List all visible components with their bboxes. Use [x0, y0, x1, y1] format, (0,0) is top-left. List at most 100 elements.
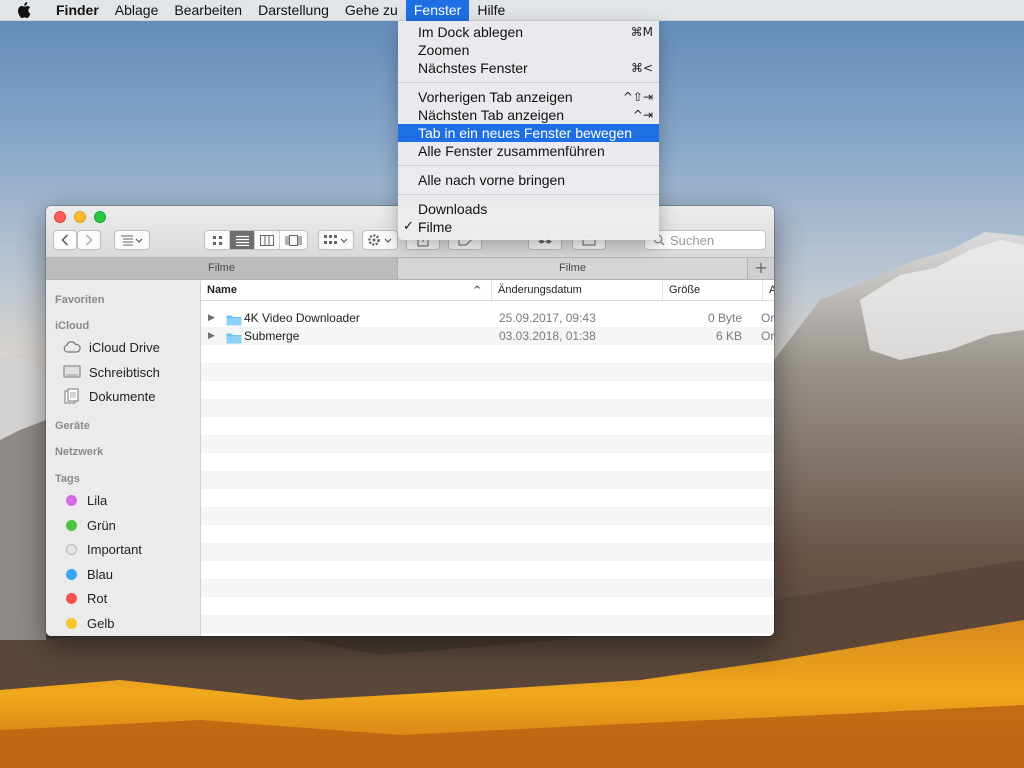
row-stripe — [201, 525, 774, 543]
tab-filme[interactable]: Filme — [398, 258, 748, 279]
menu-ablage[interactable]: Ablage — [107, 0, 167, 21]
menu-bar: Finder Ablage Bearbeiten Darstellung Geh… — [0, 0, 1024, 21]
list-view-icon — [235, 235, 249, 246]
sidebar-header-devices[interactable]: Geräte — [55, 420, 90, 432]
forward-button[interactable] — [77, 230, 101, 250]
menu-item-shortcut: ⌘M — [630, 25, 653, 39]
file-row[interactable]: ▶ 4K Video Downloader 25.09.2017, 09:43 … — [201, 309, 774, 327]
list-view-button[interactable] — [230, 231, 255, 249]
menu-item-merge-all-windows[interactable]: Alle Fenster zusammenführen — [398, 142, 659, 160]
fullscreen-window-button[interactable] — [94, 211, 106, 223]
sidebar-header-favorites[interactable]: Favoriten — [55, 294, 105, 306]
file-kind: Or — [761, 329, 774, 343]
sidebar: Favoriten iCloud iCloud Drive Schreibtis… — [46, 280, 201, 636]
icon-view-icon — [212, 235, 222, 245]
menu-gehe-zu[interactable]: Gehe zu — [337, 0, 406, 21]
sidebar-tag-rot[interactable]: Rot — [63, 588, 107, 608]
menu-item-window-filme[interactable]: ✓ Filme — [398, 218, 659, 236]
file-list: Name ^ Änderungsdatum Größe Ar ▶ 4K Vide… — [201, 280, 774, 636]
menu-item-move-tab-to-new-window[interactable]: Tab in ein neues Fenster bewegen — [398, 124, 659, 142]
column-header-name[interactable]: Name ^ — [201, 280, 491, 300]
column-header-size[interactable]: Größe — [662, 280, 762, 300]
column-view-icon — [260, 234, 274, 246]
menu-item-previous-tab[interactable]: Vorherigen Tab anzeigen ^⇧⇥ — [398, 88, 659, 106]
icon-view-button[interactable] — [205, 231, 230, 249]
menu-darstellung[interactable]: Darstellung — [250, 0, 337, 21]
gallery-view-icon — [285, 234, 302, 246]
sidebar-item-label: iCloud Drive — [89, 339, 160, 355]
sidebar-item-schreibtisch[interactable]: Schreibtisch — [63, 362, 160, 382]
chevron-right-icon — [85, 234, 93, 246]
row-stripe — [201, 417, 774, 435]
menu-item-label: Tab in ein neues Fenster bewegen — [418, 125, 633, 141]
folder-icon — [226, 331, 242, 349]
column-header-modified[interactable]: Änderungsdatum — [491, 280, 662, 300]
minimize-window-button[interactable] — [74, 211, 86, 223]
sidebar-item-label: Dokumente — [89, 388, 156, 404]
tab-filme-active[interactable]: Filme — [46, 258, 398, 279]
file-modified: 25.09.2017, 09:43 — [499, 311, 596, 325]
menu-item-shortcut: ⌘< — [630, 61, 653, 75]
sidebar-tag-gruen[interactable]: Grün — [63, 515, 116, 535]
file-kind: Or — [761, 311, 774, 325]
tag-color-dot — [66, 519, 77, 531]
menu-finder[interactable]: Finder — [48, 0, 107, 21]
action-button[interactable] — [362, 230, 398, 250]
file-modified: 03.03.2018, 01:38 — [499, 329, 596, 343]
new-tab-button[interactable]: + — [748, 258, 774, 279]
row-stripe — [201, 507, 774, 525]
menu-item-next-tab[interactable]: Nächsten Tab anzeigen ^⇥ — [398, 106, 659, 124]
menu-hilfe[interactable]: Hilfe — [469, 0, 513, 21]
sidebar-tag-lila[interactable]: Lila — [63, 490, 107, 510]
tag-color-dot — [66, 568, 77, 580]
sidebar-tag-important[interactable]: Important — [63, 539, 142, 559]
column-view-button[interactable] — [255, 231, 280, 249]
apple-icon[interactable] — [0, 0, 48, 21]
search-placeholder: Suchen — [670, 232, 715, 248]
sidebar-tag-gelb[interactable]: Gelb — [63, 613, 114, 633]
row-stripe — [201, 381, 774, 399]
file-name: Submerge — [244, 329, 300, 343]
row-stripe — [201, 399, 774, 417]
close-window-button[interactable] — [54, 211, 66, 223]
file-size: 6 KB — [715, 329, 742, 343]
menu-item-label: Im Dock ablegen — [418, 24, 524, 40]
gallery-view-button[interactable] — [280, 231, 307, 249]
row-stripe — [201, 345, 774, 363]
disclosure-triangle-icon[interactable]: ▶ — [208, 309, 215, 327]
search-field[interactable]: Suchen — [644, 230, 766, 250]
row-stripe — [201, 453, 774, 471]
menu-separator — [398, 82, 659, 83]
menu-bearbeiten[interactable]: Bearbeiten — [166, 0, 250, 21]
sidebar-header-network[interactable]: Netzwerk — [55, 446, 103, 458]
menu-item-next-window[interactable]: Nächstes Fenster ⌘< — [398, 59, 659, 77]
document-icon — [64, 388, 79, 404]
menu-item-minimize[interactable]: Im Dock ablegen ⌘M — [398, 23, 659, 41]
sidebar-item-icloud-drive[interactable]: iCloud Drive — [63, 337, 160, 357]
sort-ascending-icon: ^ — [473, 285, 482, 296]
row-stripe — [201, 633, 774, 636]
back-button[interactable] — [53, 230, 77, 250]
sidebar-item-label: Important — [87, 541, 142, 557]
menu-item-bring-all-to-front[interactable]: Alle nach vorne bringen — [398, 171, 659, 189]
sidebar-header-icloud[interactable]: iCloud — [55, 320, 89, 332]
menu-item-label: Vorherigen Tab anzeigen — [418, 89, 573, 105]
column-header-kind[interactable]: Ar — [762, 280, 774, 300]
sidebar-item-label: Gelb — [87, 615, 115, 631]
tag-color-dot — [66, 592, 77, 604]
file-row[interactable]: ▶ Submerge 03.03.2018, 01:38 6 KB Or — [201, 327, 774, 345]
menu-fenster[interactable]: Fenster — [405, 0, 470, 21]
disclosure-triangle-icon[interactable]: ▶ — [208, 327, 215, 345]
sidebar-item-dokumente[interactable]: Dokumente — [63, 386, 155, 406]
sidebar-header-tags[interactable]: Tags — [55, 473, 80, 485]
path-arrange-button[interactable] — [114, 230, 150, 250]
row-stripe — [201, 363, 774, 381]
sidebar-tag-blau[interactable]: Blau — [63, 564, 113, 584]
menu-item-label: Filme — [418, 219, 453, 235]
view-mode-control — [204, 230, 308, 250]
group-by-button[interactable] — [318, 230, 354, 250]
menu-item-shortcut: ^⇧⇥ — [622, 90, 653, 104]
window-menu-dropdown: Im Dock ablegen ⌘M Zoomen Nächstes Fenste… — [398, 21, 659, 240]
menu-item-zoom[interactable]: Zoomen — [398, 41, 659, 59]
menu-item-window-downloads[interactable]: Downloads — [398, 200, 659, 218]
